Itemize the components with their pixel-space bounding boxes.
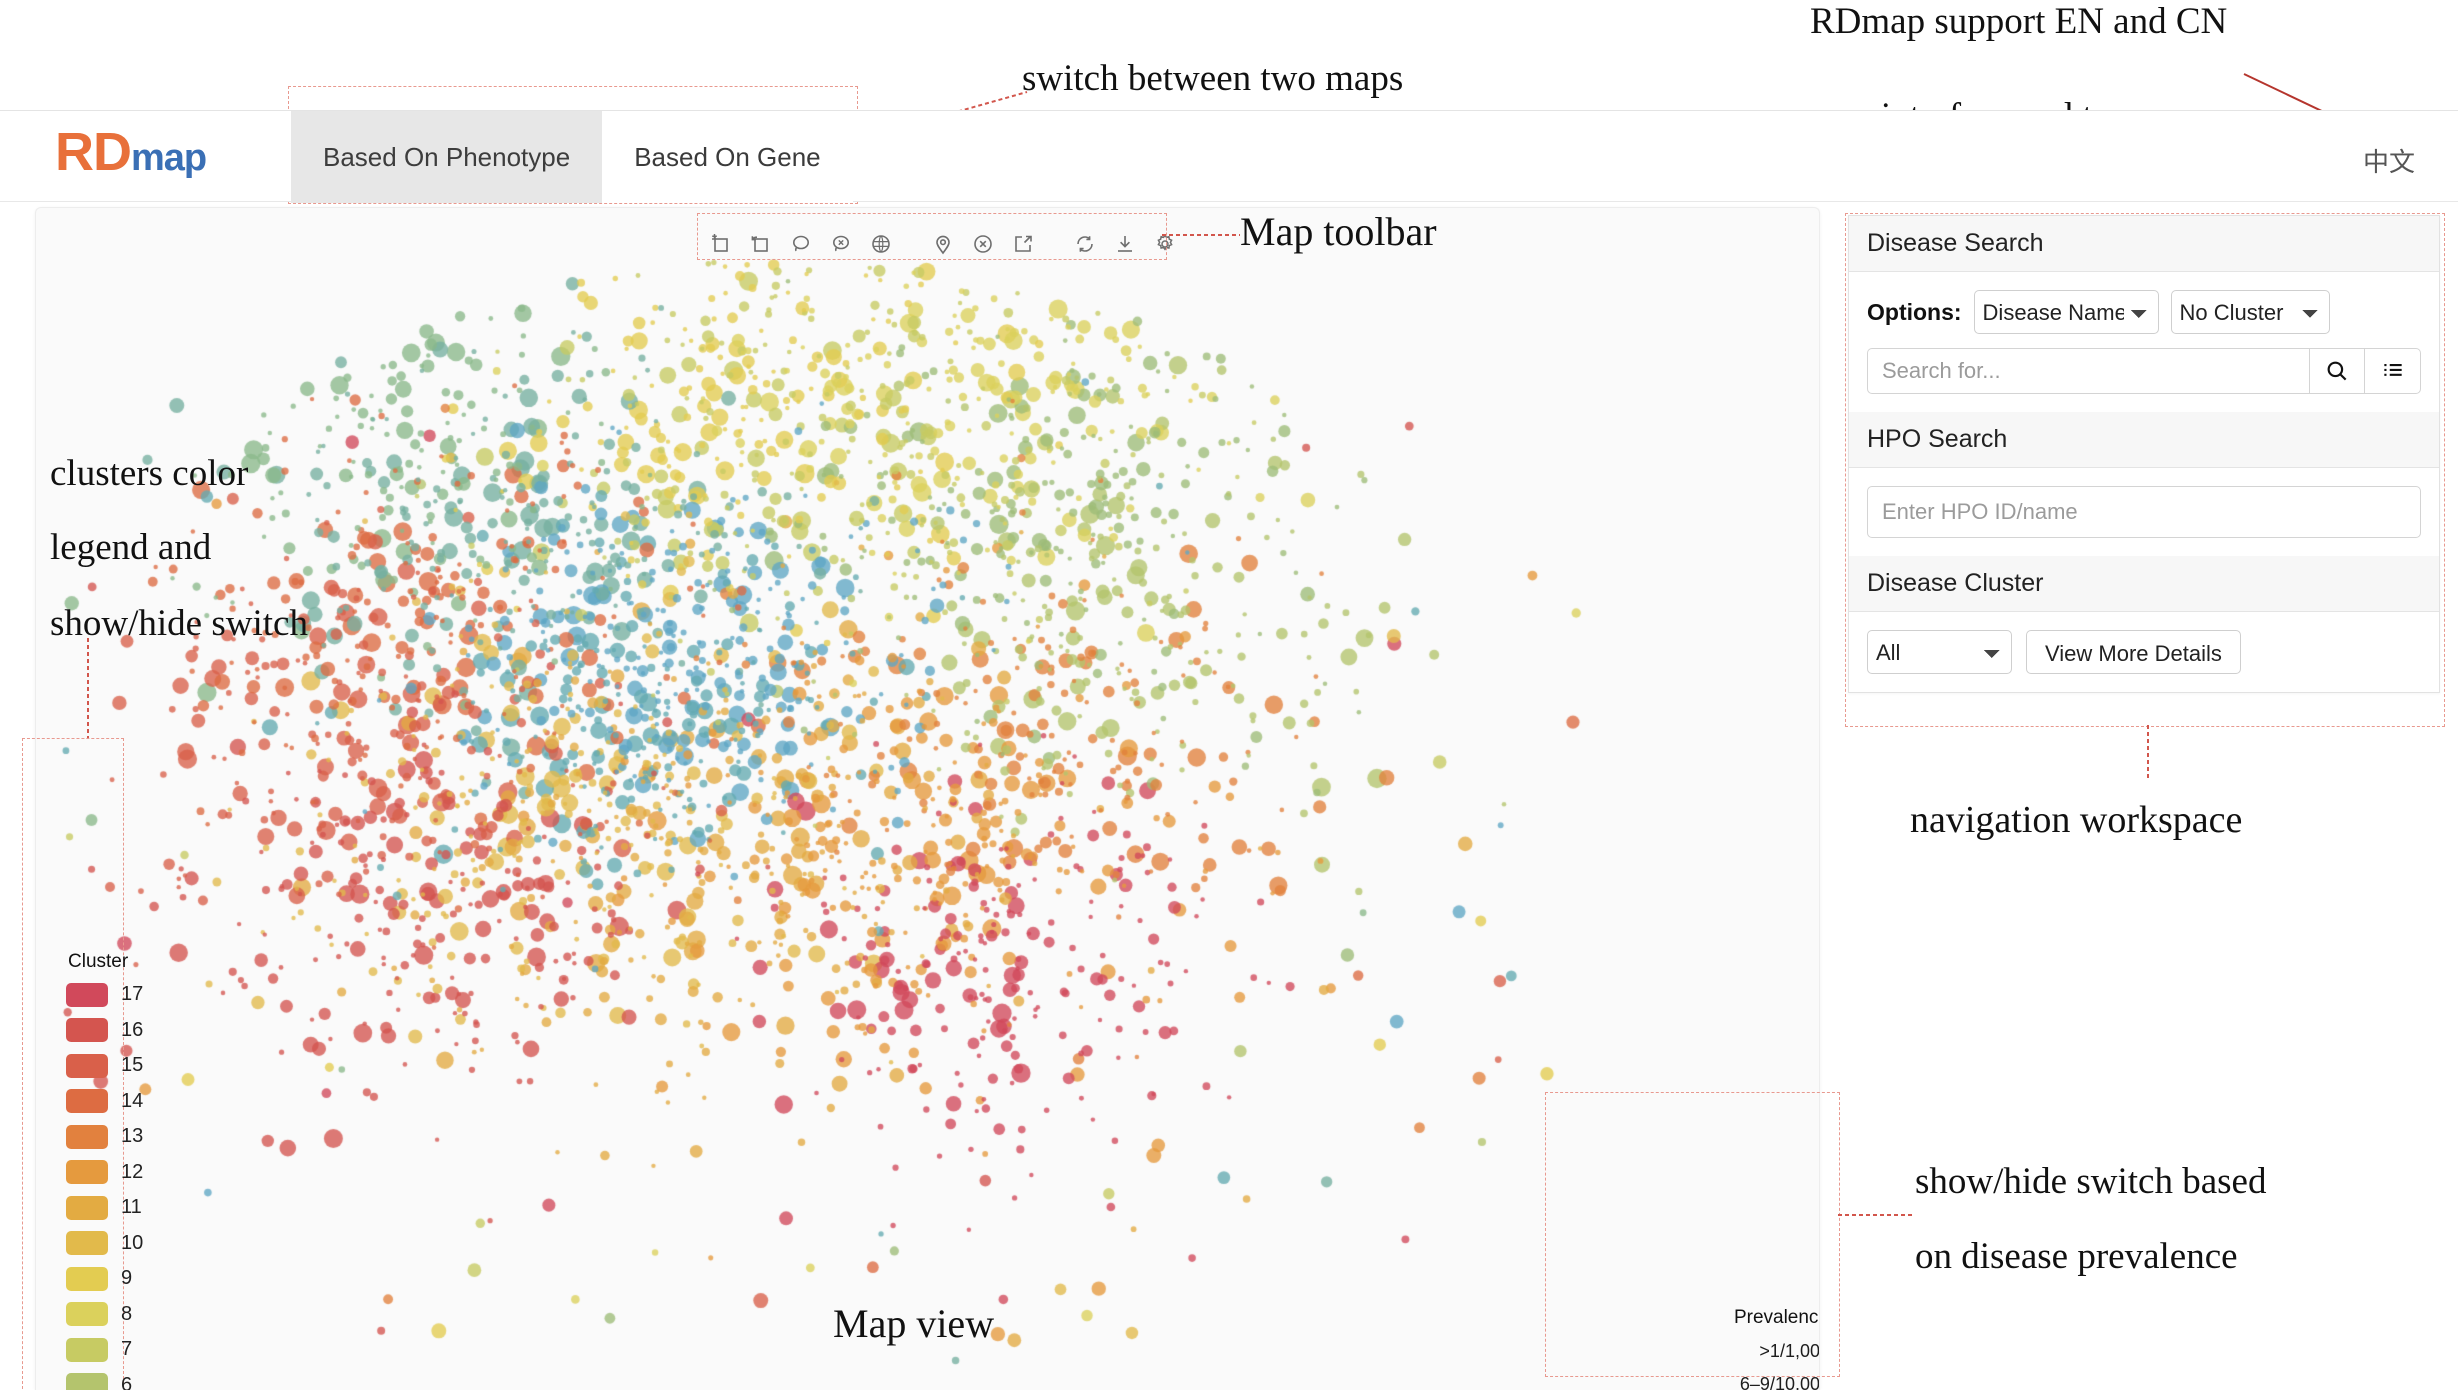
map-mode-tabs: Based On Phenotype Based On Gene — [291, 111, 853, 203]
disease-cluster-body: All View More Details — [1849, 612, 2439, 692]
tab-based-on-gene[interactable]: Based On Gene — [602, 111, 853, 203]
cluster-legend-item[interactable]: 12 — [66, 1155, 150, 1191]
annotation-cluster-3: show/hide switch — [50, 603, 308, 644]
prevalence-legend-label: >1/1,000 — [1759, 1341, 1820, 1361]
disease-search-title: Disease Search — [1849, 216, 2439, 272]
annotation-cluster-1: clusters color — [50, 453, 249, 494]
disease-scatter-map[interactable] — [36, 208, 1819, 1390]
hpo-search-input[interactable] — [1867, 486, 2421, 538]
cluster-legend-label: 15 — [121, 1054, 144, 1077]
disease-search-input[interactable] — [1867, 348, 2309, 394]
cluster-legend-item[interactable]: 17 — [66, 977, 150, 1013]
map-toolbar — [701, 221, 1185, 267]
hpo-search-body — [1849, 468, 2439, 556]
lasso-deselect-icon[interactable] — [821, 224, 861, 264]
cluster-legend-item[interactable]: 6 — [66, 1368, 150, 1390]
app-logo: RDmap — [55, 122, 207, 182]
cluster-color-swatch — [66, 1018, 108, 1043]
clear-selection-icon[interactable] — [963, 224, 1003, 264]
cluster-legend-item[interactable]: 8 — [66, 1297, 150, 1333]
cluster-legend-label: 17 — [121, 983, 144, 1006]
cluster-legend-label: 13 — [121, 1125, 144, 1148]
map-pin-icon[interactable] — [923, 224, 963, 264]
cluster-color-swatch — [66, 1089, 108, 1114]
open-external-icon[interactable] — [1003, 224, 1043, 264]
disease-cluster-row: All View More Details — [1867, 630, 2421, 674]
cluster-legend-item[interactable]: 15 — [66, 1048, 150, 1084]
cluster-legend-label: 7 — [121, 1338, 133, 1361]
cluster-color-swatch — [66, 1124, 108, 1149]
annotation-prevalence-1: show/hide switch based — [1915, 1161, 2267, 1202]
cluster-legend-label: 9 — [121, 1267, 133, 1290]
logo-text-map: map — [131, 137, 207, 179]
annotation-switch-maps: switch between two maps — [1022, 58, 1404, 99]
cluster-legend-label: 6 — [121, 1373, 133, 1390]
language-toggle-button[interactable]: 中文 — [2348, 129, 2430, 191]
list-icon[interactable] — [2365, 348, 2421, 394]
cluster-legend-label: 14 — [121, 1089, 144, 1112]
globe-icon[interactable] — [861, 224, 901, 264]
cluster-legend-label: 12 — [121, 1160, 144, 1183]
annotation-workspace: navigation workspace — [1910, 799, 2243, 841]
annotation-map-view: Map view — [833, 1301, 995, 1346]
leader-line-prevalence — [1838, 1214, 1914, 1216]
cluster-legend-item[interactable]: 13 — [66, 1119, 150, 1155]
cluster-legend-label: 11 — [121, 1196, 142, 1219]
disease-search-row — [1867, 348, 2421, 394]
cluster-color-swatch — [66, 1231, 108, 1256]
annotation-prevalence-2: on disease prevalence — [1915, 1236, 2238, 1277]
tab-based-on-phenotype[interactable]: Based On Phenotype — [291, 111, 603, 203]
cluster-color-swatch — [66, 1266, 108, 1291]
cluster-color-swatch — [66, 1373, 108, 1390]
cluster-legend-label: 16 — [121, 1018, 144, 1041]
cluster-color-swatch — [66, 1337, 108, 1362]
cluster-legend-label: 8 — [121, 1302, 133, 1325]
settings-gear-icon[interactable] — [1145, 224, 1185, 264]
prevalence-legend[interactable]: Prevalence >1/1,0006–9/10,0001–5/10,0001… — [1581, 1301, 1820, 1390]
disease-search-field-select[interactable]: Disease NameDisease IDSynonym — [1973, 290, 2159, 334]
cluster-color-swatch — [66, 1160, 108, 1185]
download-icon[interactable] — [1105, 224, 1145, 264]
crop-add-icon[interactable] — [701, 224, 741, 264]
cluster-legend-item[interactable]: 16 — [66, 1013, 150, 1049]
prevalence-legend-item[interactable]: 6–9/10,000 — [1589, 1368, 1820, 1390]
cluster-legend-item[interactable]: 7 — [66, 1332, 150, 1368]
cluster-legend-title: Cluster — [68, 951, 129, 972]
leader-line-workspace — [2147, 725, 2149, 781]
cluster-legend[interactable]: Cluster 1716151413121110987654321 — [58, 945, 156, 1390]
cluster-legend-item[interactable]: 9 — [66, 1261, 150, 1297]
app-header: RDmap Based On Phenotype Based On Gene 中… — [0, 110, 2458, 203]
cluster-legend-item[interactable]: 11 — [66, 1190, 150, 1226]
disease-cluster-select[interactable]: All — [1867, 630, 2012, 674]
search-icon[interactable] — [2309, 348, 2365, 394]
annotation-cluster-2: legend and — [50, 527, 212, 568]
cluster-color-swatch — [66, 1302, 108, 1327]
prevalence-legend-item[interactable]: >1/1,000 — [1589, 1335, 1820, 1368]
map-view-panel[interactable]: Cluster 1716151413121110987654321 Preval… — [35, 207, 1820, 1390]
logo-text-rd: RD — [55, 122, 132, 182]
disease-search-options-row: Options: Disease NameDisease IDSynonym N… — [1867, 290, 2421, 334]
cluster-legend-item[interactable]: 14 — [66, 1084, 150, 1120]
cluster-color-swatch — [66, 1195, 108, 1220]
crop-undo-icon[interactable] — [741, 224, 781, 264]
options-label: Options: — [1867, 298, 1962, 325]
prevalence-legend-title: Prevalence — [1733, 1307, 1820, 1328]
refresh-icon[interactable] — [1065, 224, 1105, 264]
annotation-map-toolbar: Map toolbar — [1240, 209, 1437, 254]
view-more-details-button[interactable]: View More Details — [2026, 630, 2241, 674]
annotation-lang-note-1: RDmap support EN and CN — [1810, 1, 2228, 42]
lasso-select-icon[interactable] — [781, 224, 821, 264]
disease-search-body: Options: Disease NameDisease IDSynonym N… — [1849, 272, 2439, 412]
prevalence-legend-label: 6–9/10,000 — [1739, 1374, 1820, 1390]
cluster-legend-item[interactable]: 10 — [66, 1226, 150, 1262]
cluster-color-swatch — [66, 1053, 108, 1078]
hpo-search-title: HPO Search — [1849, 412, 2439, 468]
disease-cluster-title: Disease Cluster — [1849, 556, 2439, 612]
cluster-legend-label: 10 — [121, 1231, 144, 1254]
disease-search-cluster-select[interactable]: No ClusterCluster — [2170, 290, 2330, 334]
cluster-color-swatch — [66, 982, 108, 1007]
navigation-workspace: Disease Search Options: Disease NameDise… — [1848, 215, 2440, 693]
